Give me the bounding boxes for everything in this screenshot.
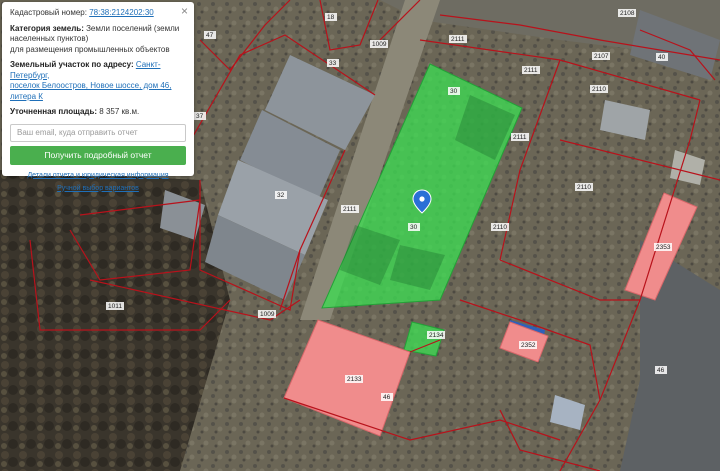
label-1011: 1011: [108, 303, 122, 310]
close-icon[interactable]: ×: [181, 5, 188, 17]
area-label: Уточненная площадь:: [10, 107, 98, 116]
area-value: 8 357 кв.м.: [99, 107, 140, 116]
label-1009-south: 1009: [260, 311, 275, 318]
label-2110-east: 2110: [577, 184, 591, 191]
land-category-value-1: Земли поселений (земли: [86, 23, 180, 33]
label-32: 32: [277, 192, 285, 199]
label-2107: 2107: [594, 53, 609, 60]
email-input[interactable]: [10, 123, 186, 142]
manual-selection-link[interactable]: Ручной выбор вариантов: [57, 185, 139, 192]
label-2111-east: 2111: [524, 67, 538, 74]
address-label: Земельный участок по адресу:: [10, 60, 134, 69]
label-37: 37: [196, 113, 204, 120]
label-2133: 2133: [347, 376, 362, 383]
cadastral-number-label: Кадастровый номер:: [10, 8, 87, 17]
label-30-north: 30: [450, 88, 458, 95]
label-18: 18: [327, 14, 335, 21]
label-2353: 2353: [656, 244, 671, 251]
plot-info-panel: × Кадастровый номер: 78:38:2124202:30 Ка…: [2, 2, 194, 192]
label-2110-north: 2110: [592, 86, 606, 93]
report-details-link[interactable]: Детали отчета и юридическая информация: [27, 172, 168, 179]
label-2134: 2134: [429, 332, 444, 339]
land-category-value-2: населенных пунктов): [10, 34, 89, 43]
label-2110-west: 2110: [493, 224, 507, 231]
address-link-street[interactable]: поселок Белоостров, Новое шоссе, дом 46,…: [10, 81, 171, 101]
label-33: 33: [329, 60, 337, 67]
label-46-east: 46: [657, 367, 665, 374]
label-2111-north: 2111: [451, 36, 465, 43]
label-2111-mid: 2111: [513, 134, 527, 141]
label-2108: 2108: [620, 10, 635, 17]
label-1009-north: 1009: [372, 41, 387, 48]
land-category-value-3: для размещения промышленных объектов: [10, 44, 170, 54]
get-report-button[interactable]: Получить подробный отчет: [10, 145, 186, 165]
land-category-label: Категория земель:: [10, 23, 84, 33]
label-2111-road: 2111: [343, 206, 357, 213]
label-30-main: 30: [410, 224, 418, 231]
label-46-south: 46: [383, 394, 391, 401]
label-2352: 2352: [521, 342, 536, 349]
cadastral-number-link[interactable]: 78:38:2124202:30: [89, 8, 154, 17]
label-47: 47: [206, 32, 214, 39]
label-40: 40: [658, 54, 666, 61]
